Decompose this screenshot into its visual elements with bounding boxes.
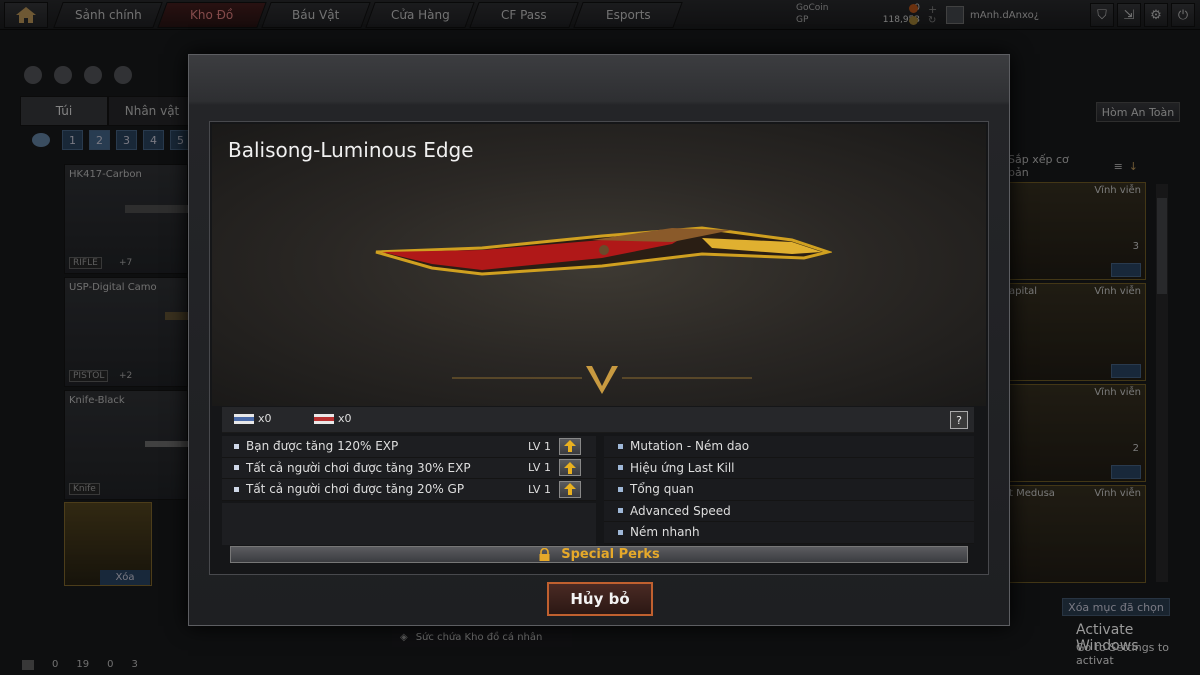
- perk-row: Bạn được tăng 120% EXP LV 1: [222, 436, 596, 458]
- perk-text: Mutation - Ném dao: [630, 439, 750, 454]
- weapon-detail-dialog: Balisong-Luminous Edge x0 x0 ? Bạn được …: [188, 54, 1010, 626]
- weapon-image: [375, 226, 832, 276]
- perk-level: LV 1: [528, 461, 551, 475]
- perk-level: LV 1: [528, 482, 551, 496]
- bullet-icon: [618, 486, 623, 492]
- perk-text: Tổng quan: [630, 482, 694, 497]
- perk-row: Advanced Speed: [604, 500, 974, 522]
- perk-row: Ném nhanh: [604, 522, 974, 544]
- perk-text: Tất cả người chơi được tăng 30% EXP: [246, 460, 471, 475]
- special-perks-button[interactable]: Special Perks: [230, 546, 968, 563]
- bullet-icon: [234, 443, 239, 449]
- arrow-up-icon: [564, 483, 576, 496]
- bullet-icon: [618, 443, 623, 449]
- perk-tokens-bar: x0 x0 ?: [222, 407, 974, 433]
- perk-level: LV 1: [528, 439, 551, 453]
- lock-icon: [539, 548, 550, 561]
- weapon-detail-panel: Balisong-Luminous Edge x0 x0 ? Bạn được …: [209, 121, 989, 575]
- bullet-icon: [618, 465, 623, 471]
- weapon-preview: Balisong-Luminous Edge: [212, 124, 986, 406]
- arrow-up-icon: [564, 440, 576, 453]
- perk-text: Ném nhanh: [630, 525, 700, 540]
- perk-text: Tất cả người chơi được tăng 20% GP: [246, 482, 465, 497]
- arrow-up-icon: [564, 461, 576, 474]
- perk-row: Tất cả người chơi được tăng 30% EXP LV 1: [222, 457, 596, 479]
- blue-flag-icon: [234, 414, 254, 424]
- bullet-icon: [618, 529, 623, 535]
- red-flag-count: x0: [338, 412, 352, 425]
- cancel-button[interactable]: Hủy bỏ: [547, 582, 653, 616]
- blue-flag-count: x0: [258, 412, 272, 425]
- perks-list-left: Bạn được tăng 120% EXP LV 1 Tất cả người…: [222, 436, 596, 501]
- special-perks-label: Special Perks: [561, 547, 660, 562]
- red-flag-icon: [314, 414, 334, 424]
- perk-row: Tất cả người chơi được tăng 20% GP LV 1: [222, 479, 596, 501]
- upgrade-button[interactable]: [559, 437, 581, 455]
- help-button[interactable]: ?: [950, 411, 968, 429]
- windows-watermark-subtitle: Go to Settings to activat: [1076, 641, 1169, 667]
- bullet-icon: [618, 508, 623, 514]
- bullet-icon: [234, 486, 239, 492]
- perk-row: Mutation - Ném dao: [604, 436, 974, 458]
- perks-list-right: Mutation - Ném dao Hiệu ứng Last Kill Tổ…: [604, 436, 974, 544]
- perk-text: Bạn được tăng 120% EXP: [246, 439, 399, 454]
- upgrade-button[interactable]: [559, 459, 581, 477]
- perk-row: Hiệu ứng Last Kill: [604, 457, 974, 479]
- v-emblem: [452, 366, 752, 394]
- perk-text: Hiệu ứng Last Kill: [630, 460, 735, 475]
- weapon-title: Balisong-Luminous Edge: [228, 138, 474, 162]
- bullet-icon: [234, 465, 239, 471]
- perk-row: Tổng quan: [604, 479, 974, 501]
- perks-empty-area: [222, 502, 596, 545]
- upgrade-button[interactable]: [559, 480, 581, 498]
- perk-text: Advanced Speed: [630, 503, 731, 518]
